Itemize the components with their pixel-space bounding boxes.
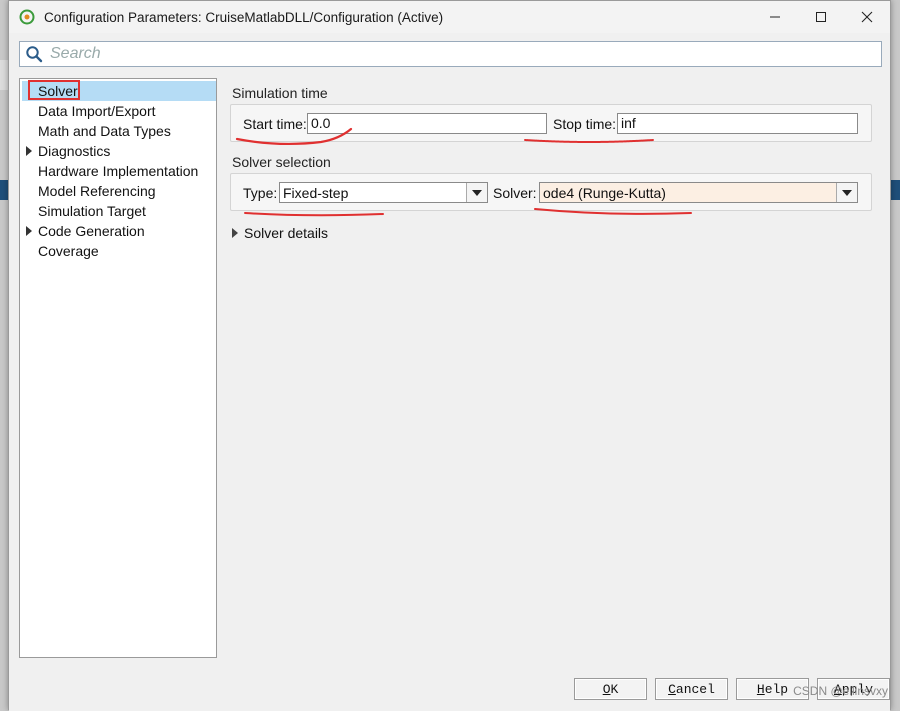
sidebar-item-data-import-export[interactable]: Data Import/Export xyxy=(22,101,216,121)
sidebar-item-label: Hardware Implementation xyxy=(38,163,199,179)
solver-pane: Simulation time Start time: 0.0 Stop tim… xyxy=(230,78,880,658)
simulink-app-icon xyxy=(19,9,35,25)
watermark: CSDN @ellinsvxy xyxy=(793,684,888,698)
search-input[interactable] xyxy=(48,44,852,64)
stop-time-label: Stop time: xyxy=(553,116,617,132)
expand-arrow-icon xyxy=(232,228,238,238)
chevron-down-icon[interactable] xyxy=(466,183,487,202)
sidebar-item-label: Math and Data Types xyxy=(38,123,171,139)
sidebar-item-simulation-target[interactable]: Simulation Target xyxy=(22,201,216,221)
ok-label: K xyxy=(610,681,619,697)
title-bar: Configuration Parameters: CruiseMatlabDL… xyxy=(9,1,890,33)
stop-time-field[interactable]: inf xyxy=(617,113,858,134)
solver-label: Solver: xyxy=(493,185,537,201)
category-tree: Solver Data Import/Export Math and Data … xyxy=(19,78,217,658)
simulation-time-group: Start time: 0.0 Stop time: inf xyxy=(230,104,872,142)
minimize-icon xyxy=(770,16,780,18)
sidebar-item-solver[interactable]: Solver xyxy=(22,80,216,101)
background-app xyxy=(0,60,8,90)
ok-mnemonic: O xyxy=(602,681,611,697)
type-value: Fixed-step xyxy=(283,185,349,201)
sidebar-item-math-data-types[interactable]: Math and Data Types xyxy=(22,121,216,141)
help-mnemonic: H xyxy=(756,681,765,697)
search-bar[interactable] xyxy=(19,41,882,67)
start-time-field[interactable]: 0.0 xyxy=(307,113,547,134)
background-app xyxy=(891,180,900,200)
sidebar-item-label: Model Referencing xyxy=(38,183,156,199)
maximize-icon xyxy=(816,12,826,22)
chevron-down-icon[interactable] xyxy=(836,183,857,202)
sidebar-item-label: Coverage xyxy=(38,243,99,259)
maximize-button[interactable] xyxy=(798,1,844,33)
sidebar-item-coverage[interactable]: Coverage xyxy=(22,241,216,261)
solver-dropdown[interactable]: ode4 (Runge-Kutta) xyxy=(539,182,858,203)
sidebar-item-model-referencing[interactable]: Model Referencing xyxy=(22,181,216,201)
expand-arrow-icon[interactable] xyxy=(26,146,32,156)
start-time-label: Start time: xyxy=(243,116,307,132)
sidebar-item-diagnostics[interactable]: Diagnostics xyxy=(22,141,216,161)
config-dialog: Configuration Parameters: CruiseMatlabDL… xyxy=(8,0,891,711)
search-icon xyxy=(26,46,43,63)
expand-arrow-icon[interactable] xyxy=(26,226,32,236)
sidebar-item-label: Code Generation xyxy=(38,223,145,239)
ok-button[interactable]: OK xyxy=(574,678,647,700)
solver-details-toggle[interactable]: Solver details xyxy=(232,223,328,243)
close-icon xyxy=(861,11,873,23)
cancel-mnemonic: C xyxy=(668,681,676,697)
background-app xyxy=(0,180,8,200)
sidebar-item-label: Diagnostics xyxy=(38,143,111,159)
sidebar-item-label: Data Import/Export xyxy=(38,103,156,119)
solver-details-label: Solver details xyxy=(244,225,329,241)
window-title: Configuration Parameters: CruiseMatlabDL… xyxy=(44,9,444,25)
sidebar-item-code-generation[interactable]: Code Generation xyxy=(22,221,216,241)
solver-value: ode4 (Runge-Kutta) xyxy=(543,185,666,201)
help-label: elp xyxy=(764,681,789,697)
sidebar-item-label: Solver xyxy=(38,83,78,99)
sidebar-item-hardware-implementation[interactable]: Hardware Implementation xyxy=(22,161,216,181)
sidebar-item-label: Simulation Target xyxy=(38,203,146,219)
minimize-button[interactable] xyxy=(752,1,798,33)
cancel-button[interactable]: Cancel xyxy=(655,678,728,700)
solver-selection-group: Type: Fixed-step Solver: ode4 (Runge-Kut… xyxy=(230,173,872,211)
type-dropdown[interactable]: Fixed-step xyxy=(279,182,488,203)
section-title-solver-selection: Solver selection xyxy=(232,154,331,170)
close-button[interactable] xyxy=(844,1,890,33)
type-label: Type: xyxy=(243,185,278,201)
cancel-label: ancel xyxy=(675,681,715,697)
section-title-simulation-time: Simulation time xyxy=(232,85,328,101)
